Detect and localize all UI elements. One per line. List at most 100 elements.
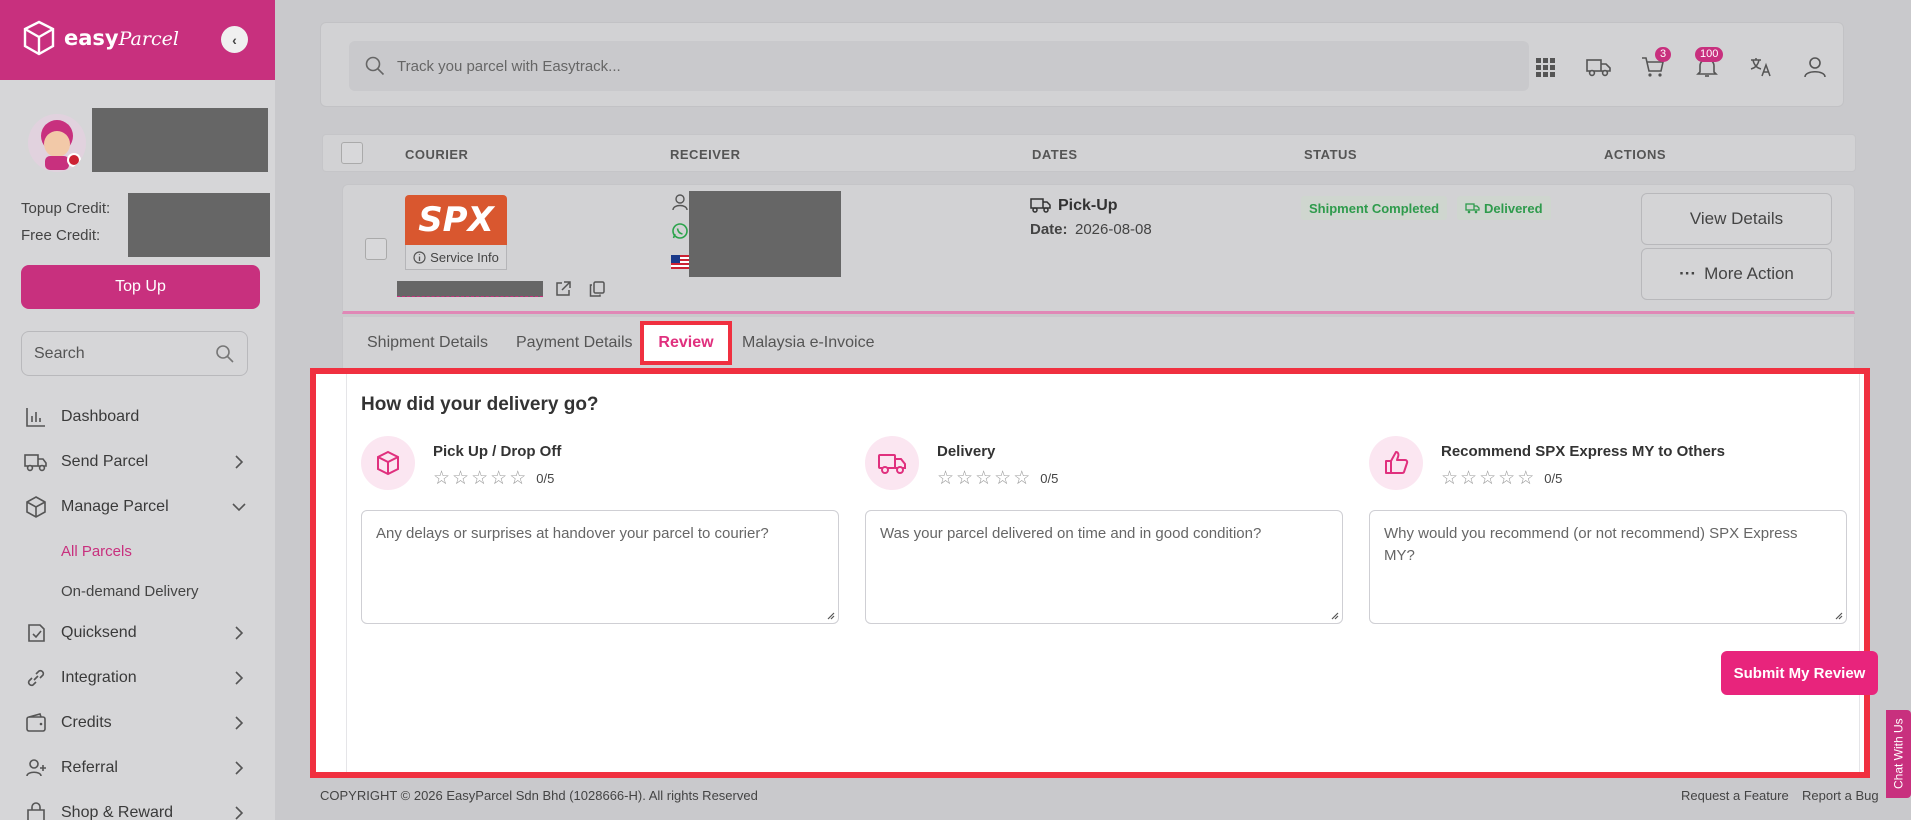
easytrack-search-input[interactable]: Track you parcel with Easytrack... — [349, 41, 1529, 91]
person-icon — [672, 194, 688, 211]
review-delivery-label: Delivery — [937, 443, 996, 460]
recommend-star-rating[interactable]: ☆ ☆ ☆ ☆ ☆ 0/5 — [1441, 467, 1562, 490]
nav-quicksend[interactable]: Quicksend — [0, 613, 275, 653]
translate-icon[interactable] — [1747, 53, 1775, 81]
review-delivery: Delivery ☆ ☆ ☆ ☆ ☆ 0/5 Was your parcel deliv… — [865, 436, 1343, 636]
service-info-button[interactable]: Service Info — [405, 245, 507, 270]
chevron-right-icon — [235, 626, 244, 640]
nav-dashboard[interactable]: Dashboard — [0, 397, 275, 437]
brand-logo[interactable]: easyParcel — [22, 20, 179, 56]
pickup-review-placeholder: Any delays or surprises at handover your… — [376, 525, 769, 542]
delivery-review-placeholder: Was your parcel delivered on time and in… — [880, 525, 1262, 542]
chat-with-us-button[interactable]: Chat With Us — [1886, 710, 1911, 798]
user-name-redacted — [92, 108, 268, 172]
resize-grip-icon[interactable] — [1833, 610, 1843, 620]
chevron-right-icon — [235, 806, 244, 820]
tab-malaysia-e-invoice[interactable]: Malaysia e-Invoice — [742, 334, 875, 352]
recommend-review-placeholder: Why would you recommend (or not recommen… — [1384, 525, 1798, 564]
review-panel: How did your delivery go? Pick Up / Drop… — [310, 368, 1878, 778]
pickup-star-rating[interactable]: ☆ ☆ ☆ ☆ ☆ 0/5 — [433, 467, 554, 490]
star-icon[interactable]: ☆ — [1498, 467, 1515, 490]
link-icon — [24, 666, 48, 690]
header-actions: ACTIONS — [1604, 147, 1666, 162]
more-dots-icon: ··· — [1679, 264, 1697, 283]
review-recommend-label: Recommend SPX Express MY to Others — [1441, 443, 1725, 460]
status-completed-text: Shipment Completed — [1309, 200, 1440, 216]
star-icon[interactable]: ☆ — [471, 467, 488, 490]
search-icon — [216, 344, 234, 363]
copyright-text: COPYRIGHT © 2026 EasyParcel Sdn Bhd (102… — [320, 788, 758, 803]
easytrack-search-placeholder: Track you parcel with Easytrack... — [397, 57, 621, 75]
external-link-icon[interactable] — [554, 280, 572, 298]
star-icon[interactable]: ☆ — [490, 467, 507, 490]
recommend-score: 0/5 — [1544, 471, 1563, 486]
star-icon[interactable]: ☆ — [956, 467, 973, 490]
courier-logo-spx: SPX — [405, 195, 507, 245]
review-title: How did your delivery go? — [361, 394, 599, 415]
view-details-button[interactable]: View Details — [1641, 193, 1832, 245]
sidebar-item-all-parcels[interactable]: All Parcels — [61, 543, 132, 560]
tab-shipment-details[interactable]: Shipment Details — [367, 334, 488, 352]
tracking-number-redacted — [397, 281, 543, 297]
star-icon[interactable]: ☆ — [1460, 467, 1477, 490]
cart-count-badge: 3 — [1655, 47, 1672, 62]
notification-bell-icon[interactable]: 100 — [1693, 47, 1724, 81]
pickup-review-textarea[interactable]: Any delays or surprises at handover your… — [361, 510, 839, 624]
star-icon[interactable]: ☆ — [509, 467, 526, 490]
resize-grip-icon[interactable] — [1329, 610, 1339, 620]
star-icon[interactable]: ☆ — [452, 467, 469, 490]
delivery-star-rating[interactable]: ☆ ☆ ☆ ☆ ☆ 0/5 — [937, 467, 1058, 490]
user-profile-icon[interactable] — [1801, 53, 1829, 81]
topup-button[interactable]: Top Up — [21, 265, 260, 309]
star-icon[interactable]: ☆ — [994, 467, 1011, 490]
delivered-truck-icon — [1465, 203, 1480, 214]
header-status: STATUS — [1304, 147, 1358, 162]
nav-referral[interactable]: Referral — [0, 748, 275, 788]
box-icon — [24, 495, 48, 519]
report-bug-link[interactable]: Report a Bug — [1802, 788, 1879, 803]
row-checkbox[interactable] — [365, 238, 387, 260]
nav-credits[interactable]: Credits — [0, 703, 275, 743]
shipment-truck-icon[interactable] — [1585, 53, 1613, 81]
star-icon[interactable]: ☆ — [433, 467, 450, 490]
nav-manage-parcel[interactable]: Manage Parcel — [0, 487, 275, 527]
delivery-review-textarea[interactable]: Was your parcel delivered on time and in… — [865, 510, 1343, 624]
collapse-sidebar-button[interactable]: ‹ — [221, 26, 248, 53]
status-delivered-text: Delivered — [1484, 200, 1543, 216]
star-icon[interactable]: ☆ — [1013, 467, 1030, 490]
header-receiver: RECEIVER — [670, 147, 741, 162]
recommend-review-textarea[interactable]: Why would you recommend (or not recommen… — [1369, 510, 1847, 624]
copy-icon[interactable] — [588, 280, 606, 298]
resize-grip-icon[interactable] — [825, 610, 835, 620]
request-feature-link[interactable]: Request a Feature — [1681, 788, 1789, 803]
tab-payment-details[interactable]: Payment Details — [516, 334, 633, 352]
submit-review-button[interactable]: Submit My Review — [1721, 651, 1878, 695]
star-icon[interactable]: ☆ — [975, 467, 992, 490]
tab-review[interactable]: Review — [640, 321, 732, 365]
nav-referral-label: Referral — [61, 759, 118, 776]
nav-send-parcel[interactable]: Send Parcel — [0, 442, 275, 482]
nav-shop-reward[interactable]: Shop & Reward — [0, 793, 275, 820]
star-icon[interactable]: ☆ — [937, 467, 954, 490]
quicksend-icon — [24, 621, 48, 645]
cart-icon[interactable]: 3 — [1639, 47, 1672, 81]
select-all-checkbox[interactable] — [341, 142, 363, 164]
nav-quicksend-label: Quicksend — [61, 624, 137, 641]
nav-shop-reward-label: Shop & Reward — [61, 804, 174, 820]
user-plus-icon — [24, 756, 48, 780]
star-icon[interactable]: ☆ — [1479, 467, 1496, 490]
avatar[interactable] — [28, 114, 86, 172]
more-action-button[interactable]: ··· More Action — [1641, 248, 1832, 300]
notification-count-badge: 100 — [1695, 47, 1724, 62]
sidebar-search-input[interactable]: Search — [21, 331, 248, 376]
nav-integration[interactable]: Integration — [0, 658, 275, 698]
star-icon[interactable]: ☆ — [1517, 467, 1534, 490]
apps-grid-icon[interactable] — [1531, 53, 1559, 81]
parcel-table-header: COURIER RECEIVER DATES STATUS ACTIONS — [322, 134, 1856, 172]
box-icon — [361, 436, 415, 490]
malaysia-flag-icon — [671, 255, 689, 269]
star-icon[interactable]: ☆ — [1441, 467, 1458, 490]
chevron-down-icon — [232, 503, 246, 512]
sidebar-item-on-demand-delivery[interactable]: On-demand Delivery — [61, 583, 199, 600]
chevron-right-icon — [235, 716, 244, 730]
